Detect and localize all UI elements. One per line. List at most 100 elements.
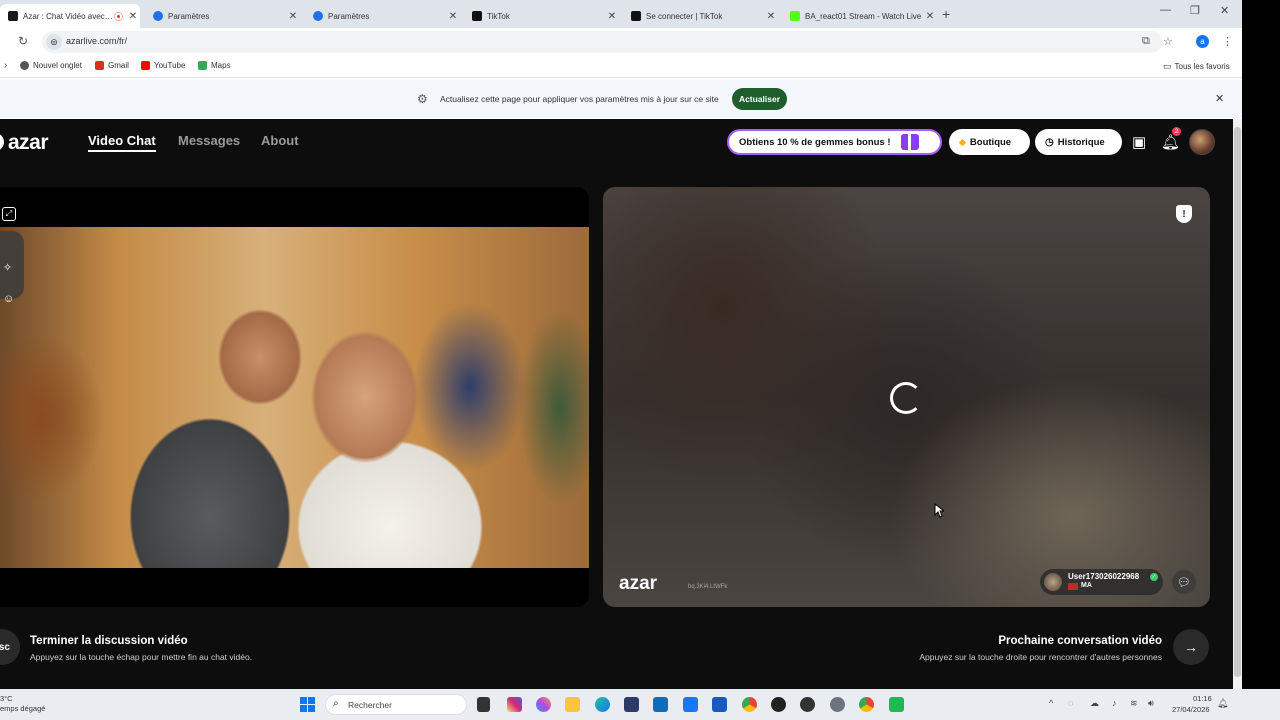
speaker-icon[interactable]: 🔊︎ [1148,698,1154,709]
end-chat-button[interactable]: sc [0,629,20,665]
maps-icon [198,61,207,70]
azar-logo[interactable]: azar [0,131,49,155]
reload-page-button[interactable]: Actualiser [732,88,787,110]
tab-azar[interactable]: Azar : Chat Vidéo avec de n ⦿ ✕ [0,4,140,28]
close-tab-icon[interactable]: ✕ [764,11,778,22]
restore-icon[interactable]: ❐ [1190,4,1200,17]
notification-bell-icon[interactable]: 🔔︎ [1217,698,1228,709]
next-chat-button[interactable]: → [1173,629,1209,665]
my-camera-panel: ⤢ ✧ ☺ [0,187,589,607]
nav-video-chat[interactable]: Video Chat [88,133,156,152]
face-filter-icon[interactable]: ☺ [3,293,14,305]
bookmark-maps[interactable]: Maps [198,61,231,70]
history-button[interactable]: ◷ Historique [1035,129,1122,155]
instagram-icon[interactable] [507,697,522,712]
tab-parametres-1[interactable]: Paramètres ✕ [145,4,300,28]
browser-tab-strip: Azar : Chat Vidéo avec de n ⦿ ✕ Paramètr… [0,0,1242,28]
chrome-icon[interactable] [742,697,757,712]
window-close-icon[interactable]: ✕ [1220,4,1229,17]
address-bar: ↻ ⊜ azarlive.com/fr/ ⧉ ☆ ⋮ [0,28,1242,56]
shield-report-icon[interactable]: ! [1176,205,1192,223]
infobar-message: Actualisez cette page pour appliquer vos… [440,94,719,104]
outlook-icon[interactable] [653,697,668,712]
reload-icon[interactable]: ↻ [18,34,28,48]
close-tab-icon[interactable]: ✕ [286,11,300,22]
shop-button[interactable]: ◆ Boutique [949,129,1030,155]
word-icon[interactable] [712,697,727,712]
bookmark-nouvel-onglet[interactable]: Nouvel onglet [20,61,82,70]
clock-date[interactable]: 27/04/2026 [1172,705,1210,714]
site-info-icon[interactable]: ⊜ [46,34,62,50]
gem-bonus-promo-button[interactable]: Obtiens 10 % de gemmes bonus ! [727,129,942,155]
tiktok-favicon-icon [472,11,482,21]
partner-avatar [1044,573,1062,591]
store-icon[interactable] [624,697,639,712]
tab-tiktok[interactable]: TikTok ✕ [464,4,619,28]
location-app-icon[interactable] [800,697,815,712]
chat-bubble-icon[interactable]: 💬︎ [1172,570,1196,594]
wifi-icon[interactable]: ≋ [1130,698,1138,709]
settings-icon[interactable] [830,697,845,712]
chrome-active-icon[interactable] [859,697,874,712]
bookmark-youtube[interactable]: YouTube [141,61,185,70]
scrollbar-thumb[interactable] [1234,127,1241,677]
end-chat-hint: Appuyez sur la touche échap pour mettre … [30,652,253,662]
clock-time[interactable]: 01:16 [1193,694,1212,703]
microphone-icon[interactable]: ♪ [1112,698,1117,708]
close-tab-icon[interactable]: ✕ [126,11,140,22]
profile-avatar[interactable]: a [1196,35,1209,48]
tab-kick-stream[interactable]: BA_react01 Stream - Watch Live ✕ [782,4,937,28]
tab-parametres-2[interactable]: Paramètres ✕ [305,4,460,28]
inbox-icon[interactable]: ▣ [1132,133,1146,151]
omnibox[interactable]: ⊜ azarlive.com/fr/ [42,31,1162,53]
menu-dots-icon[interactable]: ⋮ [1222,35,1233,48]
cloud-icon[interactable]: ☁ [1090,698,1099,709]
edge-icon[interactable] [595,697,610,712]
tab-tiktok-login[interactable]: Se connecter | TikTok ✕ [623,4,778,28]
folder-icon: ▭ [1163,61,1172,71]
chevron-left-icon: › [4,60,8,71]
my-camera-video [0,227,589,568]
tray-app-icon[interactable]: ◌ [1068,698,1073,708]
windows-start-icon[interactable] [300,697,315,712]
file-explorer-icon[interactable] [565,697,580,712]
expand-icon[interactable]: ⤢ [2,207,16,221]
bookmark-star-icon[interactable]: ☆ [1163,35,1173,48]
azar-watermark: azar [619,573,658,594]
nav-messages[interactable]: Messages [178,133,240,148]
new-tab-icon[interactable]: + [942,6,950,22]
weather-temp[interactable]: 3°C [0,694,13,703]
close-icon[interactable]: ✕ [1215,92,1224,105]
magic-wand-icon[interactable]: ✧ [3,261,12,274]
notification-badge: 2 [1172,127,1181,136]
partner-country: MA [1081,582,1092,589]
next-chat-title: Prochaine conversation vidéo [998,635,1162,647]
watermark-id: bq.3Ki4.LtWFk [688,584,728,590]
media-player-icon[interactable] [771,697,786,712]
app-icon[interactable] [889,697,904,712]
task-view-icon[interactable] [477,697,490,712]
weather-desc[interactable]: emps dégagé [0,704,45,713]
all-bookmarks[interactable]: ▭ Tous les favoris [1163,61,1230,72]
azar-app: azar Video Chat Messages About Obtiens 1… [0,119,1233,689]
facebook-icon[interactable] [683,697,698,712]
minimize-icon[interactable]: — [1160,4,1171,16]
nav-about[interactable]: About [261,133,299,148]
partner-user-chip[interactable]: User173026022968 ✓ MA [1040,569,1163,595]
loading-spinner-icon [890,382,922,414]
close-tab-icon[interactable]: ✕ [923,11,937,22]
tray-overflow-icon[interactable]: ^ [1049,698,1053,708]
search-icon: ⌕ [333,698,339,709]
copilot-icon[interactable] [536,697,551,712]
url-text[interactable]: azarlive.com/fr/ [66,36,127,46]
bookmark-gmail[interactable]: Gmail [95,61,129,70]
partner-username: User173026022968 [1068,572,1140,581]
install-app-icon[interactable]: ⧉ [1142,35,1150,48]
youtube-icon [141,61,150,70]
close-tab-icon[interactable]: ✕ [446,11,460,22]
close-tab-icon[interactable]: ✕ [605,11,619,22]
page-scrollbar[interactable] [1233,119,1242,689]
gem-icon: ◆ [959,136,966,147]
user-avatar[interactable] [1189,129,1215,155]
taskbar-search[interactable]: ⌕ Rechercher [325,694,467,715]
